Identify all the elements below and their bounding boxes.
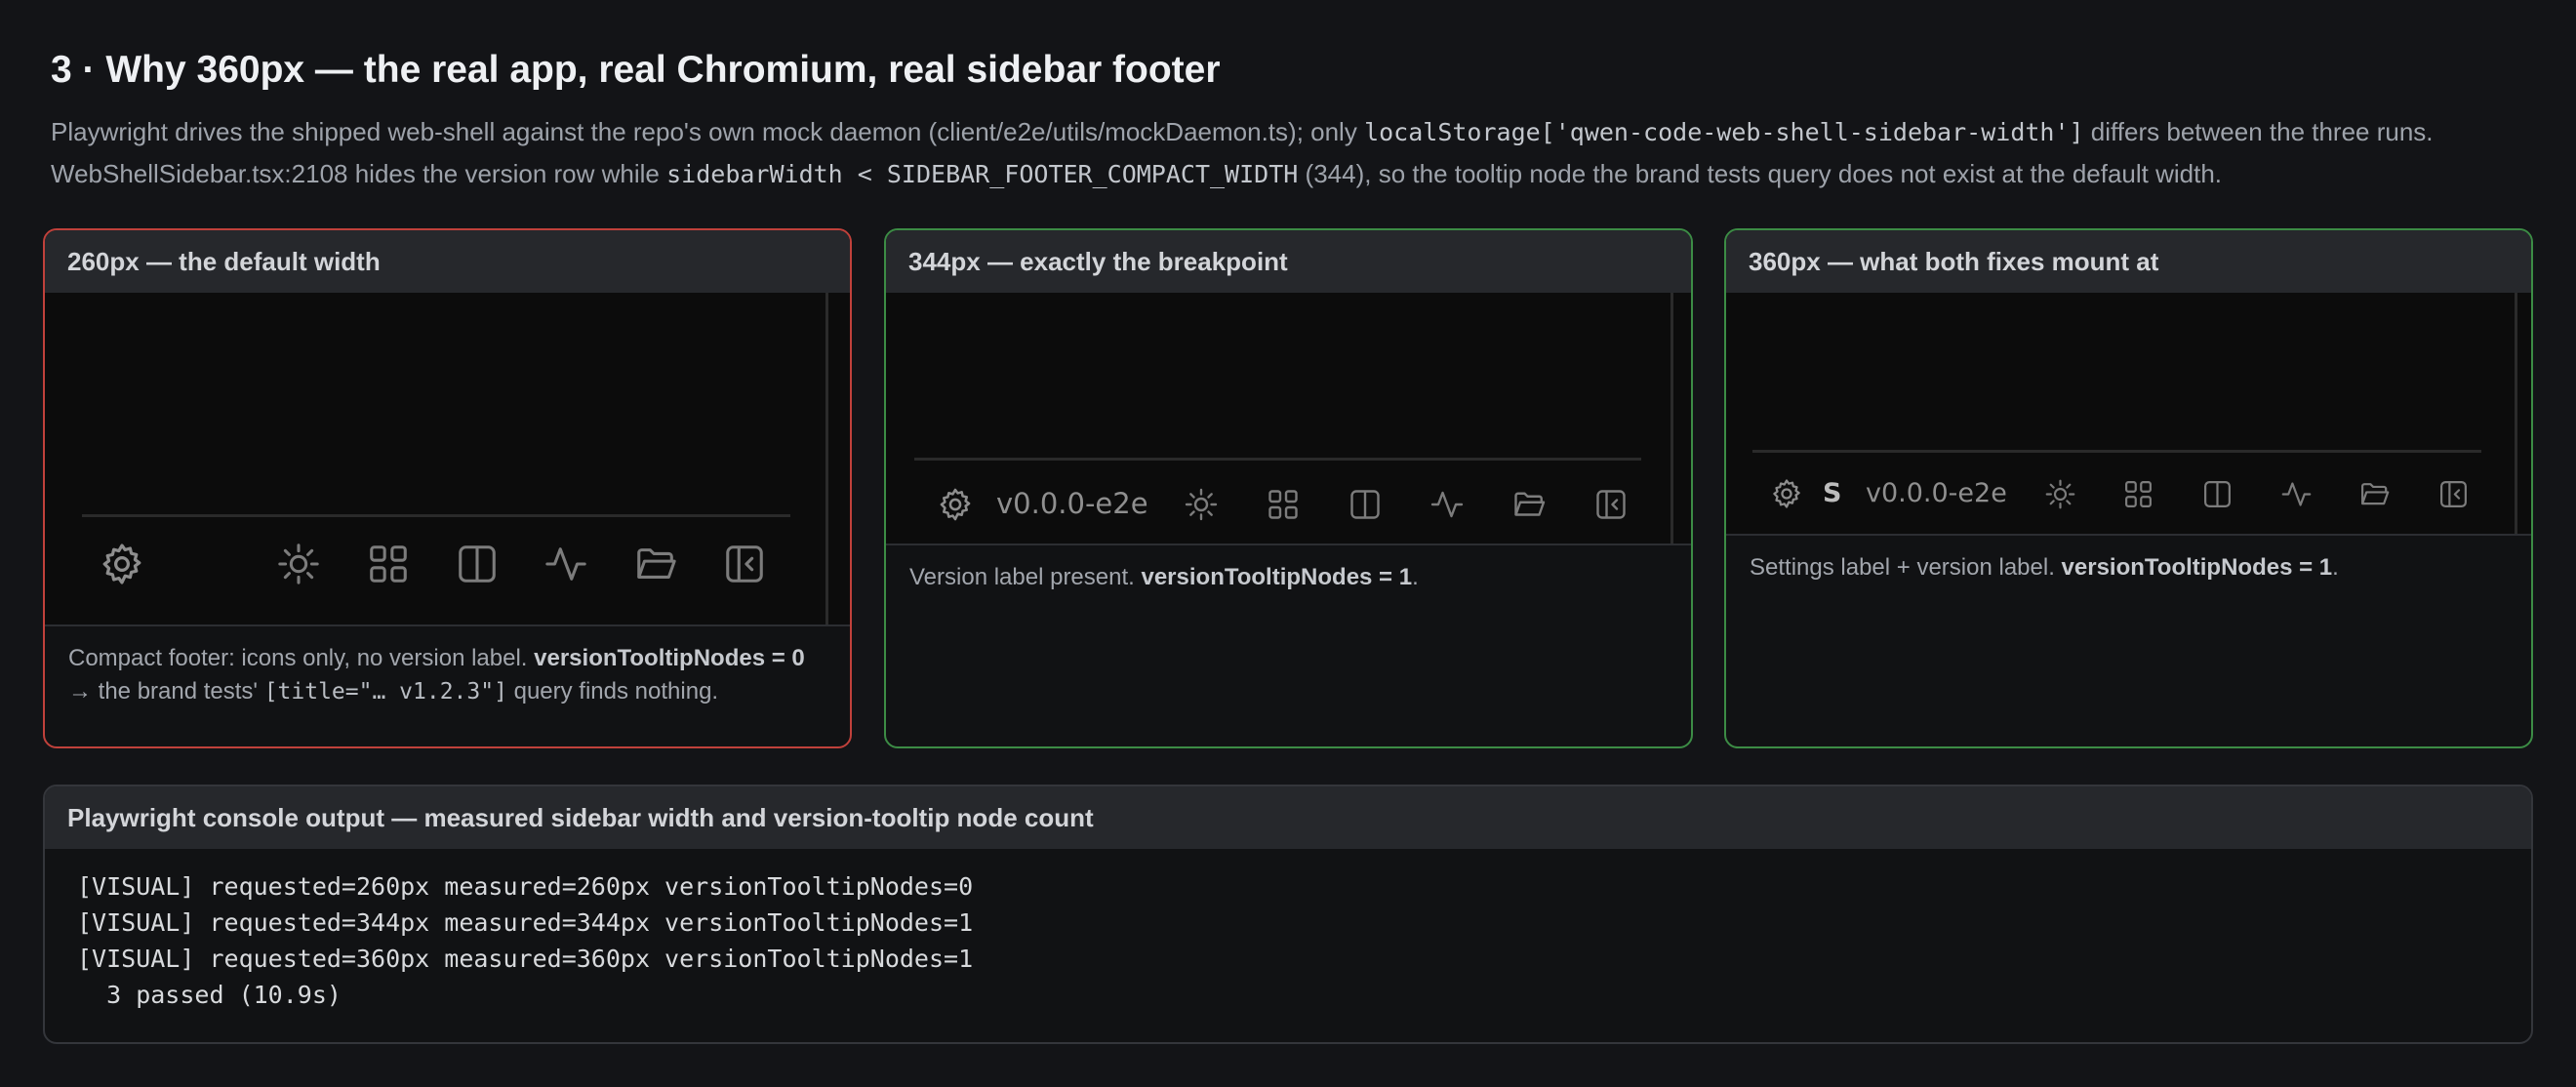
version-label: v0.0.0-e2e bbox=[1866, 478, 2007, 508]
panel-caption: Version label present. versionTooltipNod… bbox=[886, 545, 1691, 594]
panel-title: 360px — what both fixes mount at bbox=[1726, 230, 2531, 293]
gear-icon[interactable] bbox=[1770, 477, 1803, 510]
caption-text: query finds nothing. bbox=[506, 678, 719, 705]
caption-text: . bbox=[1412, 564, 1419, 590]
footer-divider bbox=[1752, 450, 2481, 453]
screenshot-260px bbox=[45, 293, 850, 626]
version-label: v0.0.0-e2e bbox=[996, 487, 1148, 520]
panel-344px: 344px — exactly the breakpoint v0.0.0-e2… bbox=[884, 228, 1693, 748]
sun-icon[interactable] bbox=[1184, 487, 1219, 522]
collapse-sidebar-icon[interactable] bbox=[722, 542, 767, 586]
caption-text: . bbox=[2332, 554, 2339, 581]
panel-title: 260px — the default width bbox=[45, 230, 850, 293]
sun-icon[interactable] bbox=[2044, 478, 2076, 510]
console-title: Playwright console output — measured sid… bbox=[45, 786, 2531, 849]
folder-icon[interactable] bbox=[2358, 478, 2391, 510]
columns-icon[interactable] bbox=[2201, 478, 2234, 510]
panel-title: 344px — exactly the breakpoint bbox=[886, 230, 1691, 293]
columns-icon[interactable] bbox=[455, 542, 500, 586]
activity-icon[interactable] bbox=[2280, 478, 2313, 510]
description-line-1: Playwright drives the shipped web-shell … bbox=[51, 111, 2549, 153]
caption-text: Compact footer: icons only, no version l… bbox=[68, 645, 535, 671]
footer-divider bbox=[914, 458, 1641, 461]
section-title: 3 · Why 360px — the real app, real Chrom… bbox=[51, 49, 1221, 91]
console-line: [VISUAL] requested=260px measured=260px … bbox=[77, 872, 974, 901]
caption-metric: versionTooltipNodes = 1 bbox=[2061, 554, 2333, 581]
description-text: (344), so the tooltip node the brand tes… bbox=[1298, 159, 2223, 188]
description-text: differs between the three runs. bbox=[2083, 117, 2434, 146]
console-line: [VISUAL] requested=360px measured=360px … bbox=[77, 945, 974, 973]
screenshot-344px: v0.0.0-e2e bbox=[886, 293, 1691, 545]
console-body: [VISUAL] requested=260px measured=260px … bbox=[45, 849, 2531, 1013]
grid-icon[interactable] bbox=[2122, 478, 2154, 510]
folder-icon[interactable] bbox=[633, 542, 678, 586]
sidebar-edge bbox=[1670, 293, 1673, 544]
gear-icon[interactable] bbox=[99, 541, 145, 587]
collapse-sidebar-icon[interactable] bbox=[2437, 478, 2470, 510]
collapse-sidebar-icon[interactable] bbox=[1593, 487, 1629, 522]
screenshot-360px: S v0.0.0-e2e bbox=[1726, 293, 2531, 536]
caption-metric: versionTooltipNodes = 1 bbox=[1141, 564, 1413, 590]
console-line: [VISUAL] requested=344px measured=344px … bbox=[77, 908, 974, 937]
caption-text: → the brand tests' bbox=[68, 678, 264, 705]
columns-icon[interactable] bbox=[1348, 487, 1383, 522]
panel-caption: Settings label + version label. versionT… bbox=[1726, 536, 2531, 584]
description-text: Playwright drives the shipped web-shell … bbox=[51, 117, 1365, 146]
panel-caption: Compact footer: icons only, no version l… bbox=[45, 626, 850, 708]
description-text: WebShellSidebar.tsx:2108 hides the versi… bbox=[51, 159, 667, 188]
panel-360px: 360px — what both fixes mount at S v0.0.… bbox=[1724, 228, 2533, 748]
section-description: Playwright drives the shipped web-shell … bbox=[51, 111, 2549, 195]
footer-divider bbox=[82, 514, 790, 517]
caption-text: Version label present. bbox=[909, 564, 1142, 590]
page: 3 · Why 360px — the real app, real Chrom… bbox=[0, 0, 2576, 1087]
activity-icon[interactable] bbox=[543, 542, 588, 586]
caption-code: [title="… v1.2.3"] bbox=[263, 679, 507, 705]
activity-icon[interactable] bbox=[1429, 487, 1465, 522]
console-summary-line: 3 passed (10.9s) bbox=[77, 981, 342, 1009]
description-code: localStorage['qwen-code-web-shell-sideba… bbox=[1364, 118, 2084, 146]
caption-text: Settings label + version label. bbox=[1750, 554, 2062, 581]
caption-metric: versionTooltipNodes = 0 bbox=[534, 645, 805, 671]
sidebar-edge bbox=[2515, 293, 2517, 534]
description-code: sidebarWidth < SIDEBAR_FOOTER_COMPACT_WI… bbox=[666, 160, 1299, 188]
folder-icon[interactable] bbox=[1511, 487, 1547, 522]
sidebar-edge bbox=[825, 293, 828, 624]
settings-label: S bbox=[1823, 478, 1842, 508]
grid-icon[interactable] bbox=[366, 542, 411, 586]
console-output-panel: Playwright console output — measured sid… bbox=[43, 785, 2533, 1044]
panel-260px: 260px — the default width Compact footer… bbox=[43, 228, 852, 748]
gear-icon[interactable] bbox=[937, 486, 974, 523]
grid-icon[interactable] bbox=[1266, 487, 1301, 522]
sun-icon[interactable] bbox=[276, 542, 321, 586]
description-line-2: WebShellSidebar.tsx:2108 hides the versi… bbox=[51, 153, 2549, 195]
